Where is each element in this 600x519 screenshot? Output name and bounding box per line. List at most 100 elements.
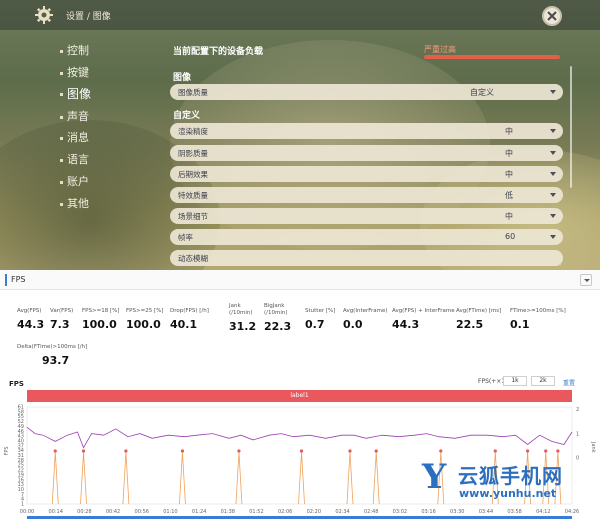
metric-value: 44.3 xyxy=(17,318,45,331)
nav-item-keybinds[interactable]: 按键 xyxy=(60,64,89,80)
setting-scene-detail[interactable]: 场景细节 中 xyxy=(170,208,563,224)
metric-item: Avg(FTime) [ms] 22.5 xyxy=(456,308,501,331)
setting-motion-blur[interactable]: 动态模糊 xyxy=(170,250,563,266)
zoom-2k-button[interactable]: 2k xyxy=(531,376,555,386)
setting-label: 图像质量 xyxy=(178,88,208,97)
watermark-logo: Y 云狐手机网 www.yunhu.net xyxy=(422,457,563,500)
setting-label: 渲染精度 xyxy=(178,127,208,136)
x-tick-label: 02:20 xyxy=(307,509,321,515)
setting-label: 阴影质量 xyxy=(178,149,208,158)
y-axis-label: FPS xyxy=(4,446,10,455)
jank-marker xyxy=(180,449,185,453)
x-tick-label: 00:28 xyxy=(77,509,91,515)
panel-title: FPS xyxy=(11,275,26,284)
metric-value: 7.3 xyxy=(50,318,70,331)
nav-item-audio[interactable]: 声音 xyxy=(60,108,89,124)
jank-spike xyxy=(372,451,380,505)
header-accent xyxy=(5,274,7,286)
metric-key: BigJank (/10min) xyxy=(264,303,288,316)
x-tick-label: 00:56 xyxy=(135,509,149,515)
metric-key: Avg(FPS) xyxy=(17,308,42,314)
breadcrumb: 设置 / 图像 xyxy=(66,12,111,22)
setting-effects-quality[interactable]: 特效质量 低 xyxy=(170,187,563,203)
nav-item-graphics[interactable]: 图像 xyxy=(60,85,91,102)
device-load-label: 当前配置下的设备负载 xyxy=(173,47,264,57)
section-title-custom: 自定义 xyxy=(173,111,201,121)
jank-spike xyxy=(298,451,305,505)
metric-key: Avg(FPS) + InterFrame xyxy=(392,308,455,314)
metric-item: Jank (/10min) 31.2 xyxy=(229,303,256,333)
jank-marker xyxy=(493,449,497,453)
setting-image-quality[interactable]: 图像质量 自定义 xyxy=(170,84,563,100)
setting-label: 特效质量 xyxy=(178,191,208,200)
reset-link[interactable]: 重置 xyxy=(563,378,575,387)
chevron-down-icon xyxy=(584,279,590,282)
metric-key: Drop(FPS) [/h] xyxy=(170,308,209,314)
metric-value: 22.3 xyxy=(264,320,292,333)
setting-label: 场景细节 xyxy=(178,212,208,221)
metric-key: FPS>=18 [%] xyxy=(82,308,120,314)
metric-item: Drop(FPS) [/h] 40.1 xyxy=(170,308,209,331)
metric-item: Var(FPS) 7.3 xyxy=(50,308,73,331)
nav-item-messages[interactable]: 消息 xyxy=(60,129,89,145)
metric-key: Var(FPS) xyxy=(50,308,74,314)
jank-spike xyxy=(235,451,243,505)
device-load-bar xyxy=(424,55,560,59)
setting-shadow-quality[interactable]: 阴影质量 中 xyxy=(170,145,563,161)
chart-title: FPS xyxy=(9,380,24,388)
x-tick-label: 01:24 xyxy=(192,509,206,515)
metric-value: 0.1 xyxy=(510,318,530,331)
zoom-1k-button[interactable]: 1k xyxy=(503,376,527,386)
setting-value: 60 xyxy=(505,232,516,241)
nav-item-other[interactable]: 其他 xyxy=(60,195,89,211)
setting-render-resolution[interactable]: 渲染精度 中 xyxy=(170,123,563,139)
x-tick-label: 01:38 xyxy=(221,509,235,515)
performance-panel: FPS Avg(FPS) 44.3 Var(FPS) 7.3 FPS>=18 [%] 1 0… xyxy=(0,270,600,519)
metric-key: FPS>=25 [%] xyxy=(126,308,164,314)
setting-value: 中 xyxy=(505,170,513,179)
setting-label: 后期效果 xyxy=(178,170,208,179)
label-bar[interactable]: label1 xyxy=(27,390,572,402)
metric-value: 31.2 xyxy=(229,320,257,333)
setting-value: 中 xyxy=(505,212,513,221)
panel-header: FPS xyxy=(0,270,600,290)
setting-post-processing[interactable]: 后期效果 中 xyxy=(170,166,563,182)
metric-item: BigJank (/10min) 22.3 xyxy=(264,303,291,333)
x-tick-label: 02:06 xyxy=(278,509,292,515)
setting-frame-rate[interactable]: 帧率 60 xyxy=(170,229,563,245)
nav-item-account[interactable]: 账户 xyxy=(60,173,89,189)
x-tick-label: 00:00 xyxy=(20,509,34,515)
chevron-down-icon xyxy=(550,172,556,176)
jank-spike xyxy=(346,451,354,505)
chevron-down-icon xyxy=(550,129,556,133)
jank-marker xyxy=(525,449,530,453)
nav-item-language[interactable]: 语言 xyxy=(60,151,89,167)
setting-label: 帧率 xyxy=(178,233,193,242)
jank-marker xyxy=(544,449,548,453)
x-tick-label: 02:34 xyxy=(335,509,349,515)
device-load-status: 严重过高 xyxy=(424,45,456,54)
fps-series-line xyxy=(26,426,573,449)
collapse-button[interactable] xyxy=(580,274,592,286)
x-tick-label: 02:48 xyxy=(364,509,378,515)
metric-item: Stutter [%] 0.7 xyxy=(305,308,335,331)
setting-value: 中 xyxy=(505,127,513,136)
x-tick-label: 00:42 xyxy=(106,509,120,515)
metric-value: 44.3 xyxy=(392,318,420,331)
close-icon xyxy=(547,11,557,21)
chevron-down-icon xyxy=(550,214,556,218)
section-title-image: 图像 xyxy=(173,73,192,83)
close-button[interactable] xyxy=(542,6,562,26)
settings-scrollbar[interactable] xyxy=(570,66,572,188)
y-right-tick-label: 1 xyxy=(576,431,579,437)
metric-item: Avg(InterFrame) 0.0 xyxy=(343,308,388,331)
nav-item-controls[interactable]: 控制 xyxy=(60,42,89,58)
jank-spike xyxy=(80,451,87,505)
metric-key: Avg(InterFrame) xyxy=(343,308,388,314)
jank-marker xyxy=(374,449,378,453)
setting-value: 中 xyxy=(505,149,513,158)
metric-key: FTime>=100ms [%] xyxy=(510,308,566,314)
metric-value: 40.1 xyxy=(170,318,198,331)
chevron-down-icon xyxy=(550,90,556,94)
x-tick-label: 01:10 xyxy=(163,509,177,515)
